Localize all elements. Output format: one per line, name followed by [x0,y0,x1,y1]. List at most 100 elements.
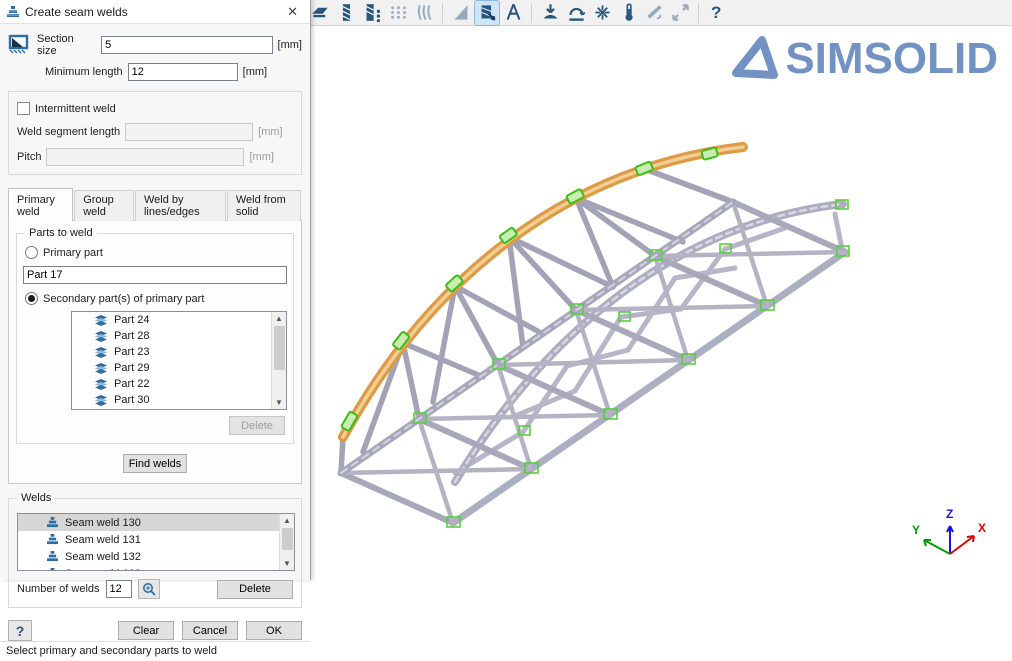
list-item[interactable]: Part 22 [72,376,271,392]
ok-button[interactable]: OK [246,621,302,640]
parts-delete-button[interactable]: Delete [229,416,285,435]
list-item[interactable]: Part 24 [72,312,271,328]
bench-weld-icon[interactable] [308,1,332,25]
weld-segment-length-unit: [mm] [258,126,282,138]
dialog-help-button[interactable]: ? [8,620,32,641]
seam-weld-options-icon[interactable] [360,1,384,25]
section-size-input[interactable] [101,36,272,54]
multi-weld-icon[interactable] [412,1,436,25]
load-icon[interactable] [538,1,562,25]
seam-weld-icon[interactable] [334,1,358,25]
weld-slope-icon[interactable] [449,1,473,25]
welds-list-scrollbar[interactable]: ▲ ▼ [279,514,294,570]
minimum-length-input[interactable] [128,63,238,81]
magnifier-icon [142,582,156,596]
pitch-label: Pitch [17,151,41,163]
part-icon [94,331,108,342]
list-item[interactable]: Part 29 [72,360,271,376]
section-size-unit: [mm] [278,39,302,51]
measure-compass-icon[interactable] [501,1,525,25]
close-icon[interactable]: ✕ [283,4,302,20]
model-viewport[interactable]: SIMSOLID [311,26,1012,580]
simsolid-triangle-icon [731,36,779,82]
scroll-down-icon[interactable]: ▼ [275,396,283,409]
orientation-triad: Z X Y [904,504,990,566]
section-size-label: Section size [37,33,96,57]
primary-part-radio[interactable] [25,246,38,259]
pressure-icon[interactable] [590,1,614,25]
intermittent-weld-checkbox[interactable] [17,102,30,115]
clear-button[interactable]: Clear [118,621,174,640]
scrollbar-thumb[interactable] [282,528,293,550]
minimum-length-unit: [mm] [243,66,267,78]
resize-arrows-icon[interactable] [668,1,692,25]
axis-x-label: X [978,521,986,535]
part-icon [94,363,108,374]
list-item[interactable]: Part 28 [72,328,271,344]
status-bar: Select primary and secondary parts to we… [0,641,310,661]
simsolid-logo-text: SIMSOLID [785,34,998,84]
list-item[interactable]: Part 23 [72,344,271,360]
list-item[interactable]: Seam weld 132 [18,548,279,565]
part-icon [94,315,108,326]
list-item[interactable]: Seam weld 131 [18,531,279,548]
number-of-welds-input[interactable] [106,580,132,598]
weld-label: Seam weld 131 [65,534,141,546]
seam-weld-icon [46,568,59,571]
simsolid-logo: SIMSOLID [731,34,998,84]
minimum-length-label: Minimum length [45,66,123,78]
toolbar-separator [698,3,699,23]
part-label: Part 30 [114,394,149,406]
number-of-welds-label: Number of welds [17,583,100,595]
scroll-down-icon[interactable]: ▼ [283,557,291,570]
cancel-button[interactable]: Cancel [182,621,238,640]
intermittent-weld-group: Intermittent weld Weld segment length [m… [8,91,302,175]
weld-segment-length-input[interactable] [125,123,253,141]
seam-weld-icon [46,517,59,528]
scroll-up-icon[interactable]: ▲ [283,514,291,527]
thermal-icon[interactable] [616,1,640,25]
part-icon [94,379,108,390]
dialog-title-bar[interactable]: Create seam welds ✕ [0,0,310,24]
scrollbar-thumb[interactable] [274,326,285,370]
create-seam-welds-dialog: Create seam welds ✕ Section size [mm] Mi… [0,0,311,580]
zoom-to-weld-button[interactable] [138,579,160,599]
parts-list-scrollbar[interactable]: ▲ ▼ [271,312,286,409]
scroll-up-icon[interactable]: ▲ [275,312,283,325]
welds-delete-button[interactable]: Delete [217,580,293,599]
parts-to-weld-legend: Parts to weld [25,227,97,239]
axis-y-label: Y [912,523,920,537]
find-welds-button[interactable]: Find welds [123,454,187,473]
spot-group-icon[interactable] [642,1,666,25]
secondary-parts-list[interactable]: Part 24 Part 28 Part 23 Part 29 Part 22 … [71,311,287,410]
part-label: Part 28 [114,330,149,342]
bridge-model[interactable] [323,122,883,562]
welds-group: Welds Seam weld 130 Seam weld 131 Seam w… [8,498,302,608]
grid-points-icon[interactable] [386,1,410,25]
weld-label: Seam weld 130 [65,517,141,529]
tab-weld-from-solid[interactable]: Weld from solid [227,190,301,221]
part-icon [94,347,108,358]
torque-icon[interactable] [564,1,588,25]
toolbar-help-icon[interactable]: ? [705,3,727,23]
pitch-input[interactable] [46,148,244,166]
secondary-parts-radio[interactable] [25,292,38,305]
primary-part-input[interactable] [23,266,287,284]
tab-group-weld[interactable]: Group weld [74,190,134,221]
section-size-icon [8,34,32,57]
tab-weld-by-lines-edges[interactable]: Weld by lines/edges [135,190,226,221]
intermittent-weld-label: Intermittent weld [35,103,116,115]
status-text: Select primary and secondary parts to we… [6,645,217,657]
part-label: Part 24 [114,314,149,326]
weld-label: Seam weld 133 [65,568,141,572]
list-item[interactable]: Seam weld 133 [18,565,279,571]
tab-primary-weld[interactable]: Primary weld [8,188,73,221]
create-seam-weld-icon[interactable] [475,1,499,25]
list-item-selected[interactable]: Seam weld 130 [18,514,279,531]
parts-to-weld-group: Parts to weld Primary part Secondary par… [16,233,294,444]
welds-list[interactable]: Seam weld 130 Seam weld 131 Seam weld 13… [17,513,295,571]
primary-weld-panel: Parts to weld Primary part Secondary par… [8,220,302,484]
secondary-parts-radio-label: Secondary part(s) of primary part [43,293,204,305]
part-label: Part 29 [114,362,149,374]
list-item[interactable]: Part 30 [72,392,271,408]
